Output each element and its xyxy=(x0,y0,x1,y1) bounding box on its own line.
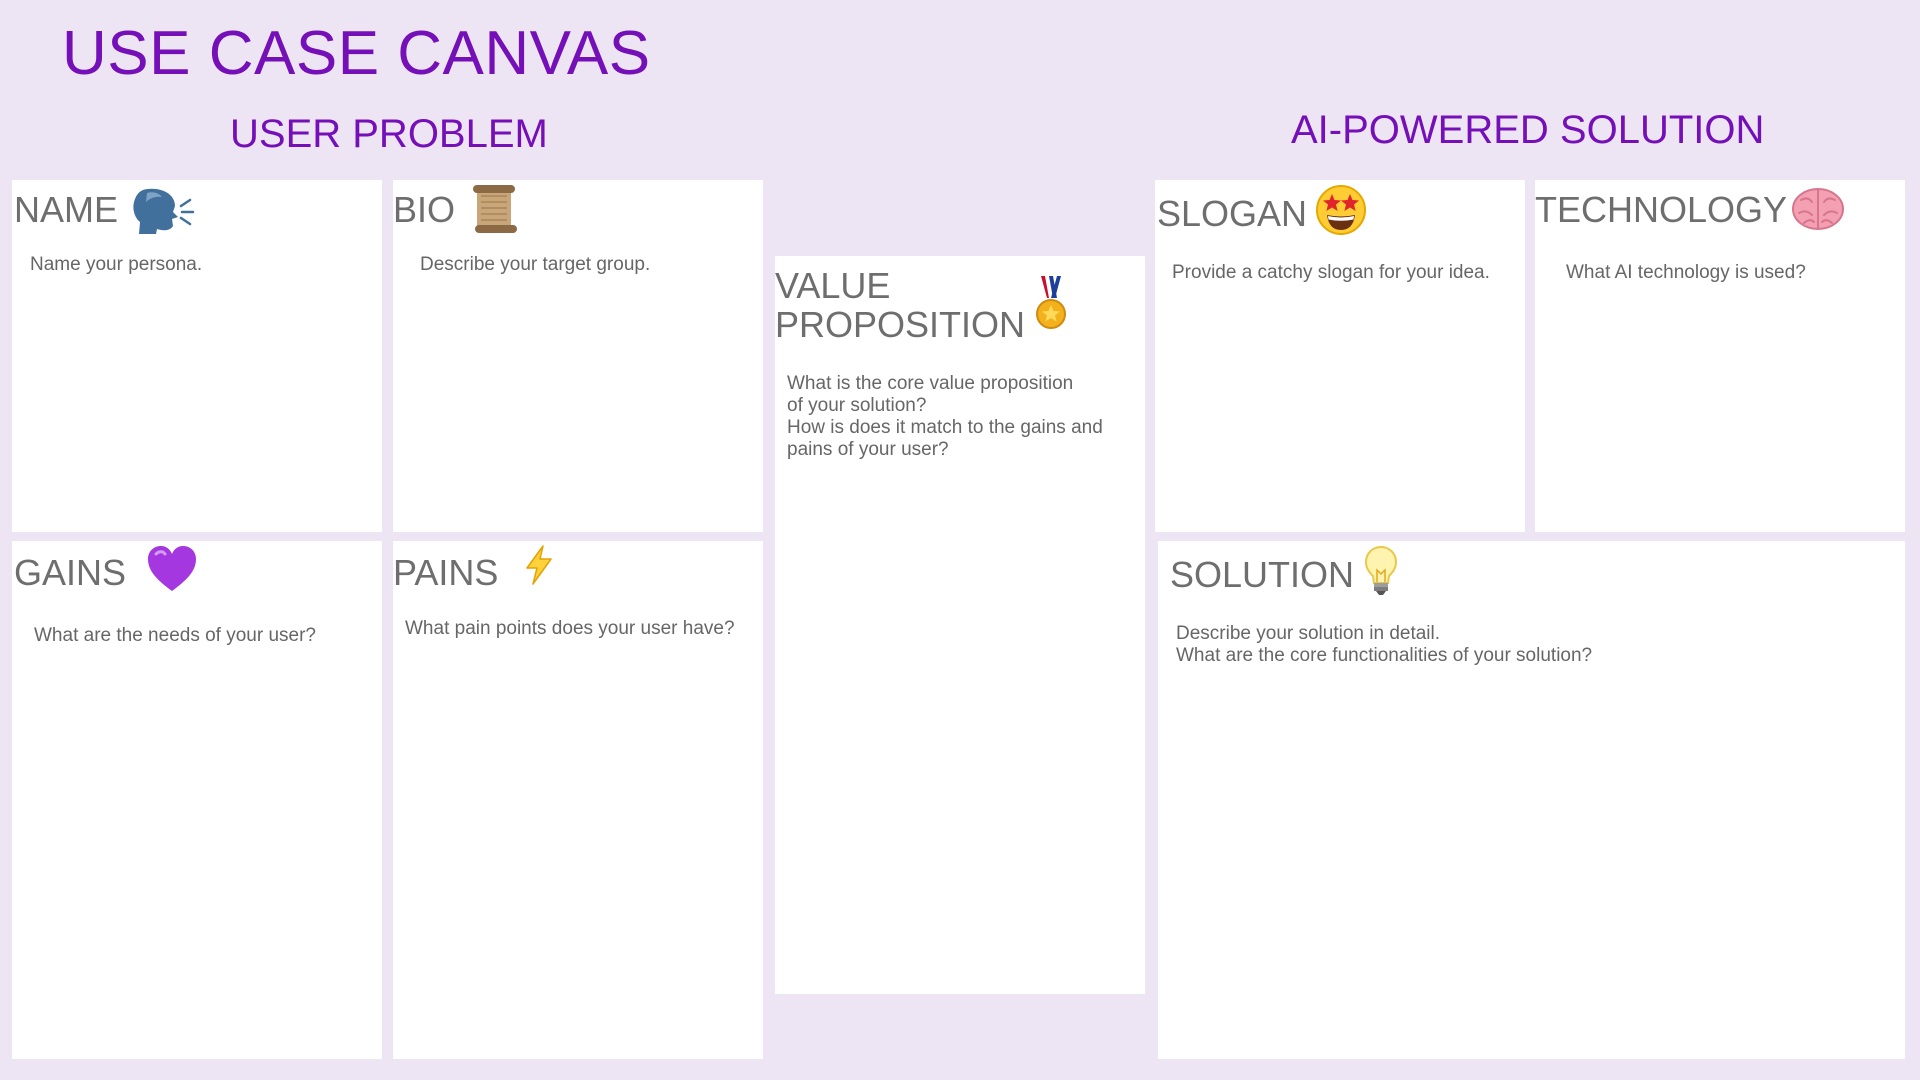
star-struck-face-icon xyxy=(1316,185,1366,235)
medal-icon xyxy=(1036,276,1066,329)
name-card[interactable]: NAME Name your persona. xyxy=(12,180,382,532)
scroll-icon xyxy=(473,185,517,233)
pains-card-description: What pain points does your user have? xyxy=(405,618,735,639)
technology-card-title: TECHNOLOGY xyxy=(1535,189,1788,230)
technology-card-description: What AI technology is used? xyxy=(1566,262,1806,283)
solution-card-title: SOLUTION xyxy=(1170,554,1355,595)
solution-card[interactable]: SOLUTION Describe your solution in detai… xyxy=(1158,541,1905,1059)
value-proposition-card-description: What is the core value proposition of yo… xyxy=(787,373,1103,460)
pains-card-title: PAINS xyxy=(393,552,499,593)
pains-card[interactable]: PAINS What pain points does your user ha… xyxy=(393,541,763,1059)
slogan-card[interactable]: SLOGAN Provide a catchy slogan for your … xyxy=(1155,180,1525,532)
solution-card-description: Describe your solution in detail. What a… xyxy=(1176,623,1593,666)
gains-card-title: GAINS xyxy=(14,552,127,593)
lightning-bolt-icon xyxy=(526,545,552,585)
brain-icon xyxy=(1792,188,1844,230)
value-proposition-card-title: VALUE PROPOSITION xyxy=(775,265,1026,345)
name-card-title: NAME xyxy=(14,189,119,230)
bio-card-description: Describe your target group. xyxy=(420,254,651,275)
value-proposition-card[interactable]: VALUE PROPOSITION What is the core value… xyxy=(775,256,1145,994)
purple-heart-icon xyxy=(148,546,196,591)
bio-card[interactable]: BIO Describe your target group. xyxy=(393,180,763,532)
name-card-description: Name your persona. xyxy=(30,254,203,275)
technology-card[interactable]: TECHNOLOGY What AI technology is used? xyxy=(1535,180,1905,532)
page-title: USE CASE CANVAS xyxy=(62,19,651,88)
section-heading-ai-solution: AI-POWERED SOLUTION xyxy=(1291,108,1765,152)
bio-card-title: BIO xyxy=(393,189,456,230)
slogan-card-description: Provide a catchy slogan for your idea. xyxy=(1172,262,1490,283)
gains-card-description: What are the needs of your user? xyxy=(34,625,316,646)
slogan-card-title: SLOGAN xyxy=(1157,193,1308,234)
gains-card[interactable]: GAINS What are the needs of your user? xyxy=(12,541,382,1059)
speaking-head-icon xyxy=(133,188,195,234)
light-bulb-icon xyxy=(1364,545,1398,595)
section-heading-user-problem: USER PROBLEM xyxy=(230,112,548,156)
